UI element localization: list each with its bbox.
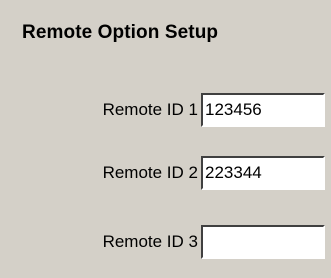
remote-id-3-label: Remote ID 3 [102, 232, 198, 251]
remote-id-2-row: Remote ID 2 [0, 156, 331, 190]
remote-id-2-input[interactable] [201, 156, 325, 190]
panel-title: Remote Option Setup [22, 22, 219, 43]
remote-id-3-input[interactable] [201, 225, 325, 259]
remote-id-2-label: Remote ID 2 [102, 163, 198, 182]
remote-id-3-row: Remote ID 3 [0, 225, 331, 259]
remote-id-1-row: Remote ID 1 [0, 93, 331, 127]
remote-option-setup-panel: Remote Option Setup Remote ID 1 Remote I… [0, 0, 331, 278]
remote-id-1-input[interactable] [201, 93, 325, 127]
remote-id-1-label: Remote ID 1 [102, 100, 198, 119]
